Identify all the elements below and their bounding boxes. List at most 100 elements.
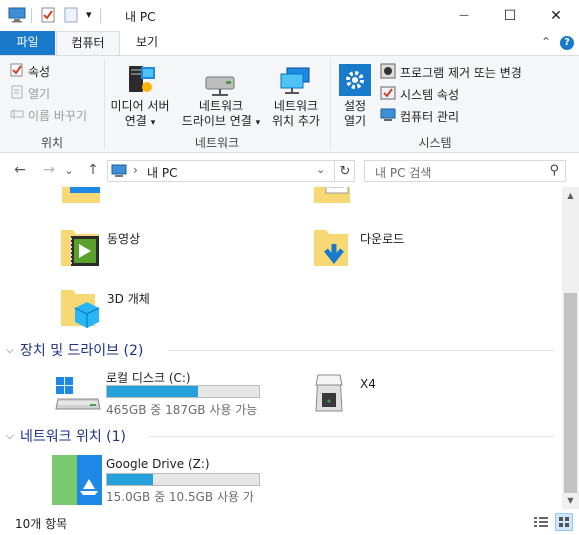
system-properties-label: 시스템 속성 [400, 87, 460, 102]
qat-separator [100, 8, 101, 23]
location-name: Google Drive (Z:) [106, 457, 210, 471]
large-icons-view-icon[interactable] [555, 513, 573, 531]
section-divider [168, 350, 554, 351]
folder-name: 다운로드 [360, 232, 405, 246]
open-settings-button[interactable]: 설정 열기 [334, 60, 376, 132]
ribbon-tabs: 파일 컴퓨터 보기 ⌃ ? [0, 31, 579, 56]
open-icon [10, 85, 24, 102]
help-icon[interactable]: ? [560, 36, 574, 50]
system-properties-icon [380, 85, 396, 104]
qat-properties-icon[interactable] [40, 7, 56, 26]
media-server-dropdown-icon: ▾ [150, 118, 156, 128]
open-button[interactable]: 열기 [10, 83, 50, 103]
chevron-down-icon: ⌵ [6, 430, 14, 442]
system-properties-button[interactable]: 시스템 속성 [380, 84, 459, 104]
folder-3d-objects-icon [59, 286, 103, 331]
up-button[interactable]: ↑ [84, 161, 102, 179]
ribbon-collapse-icon[interactable]: ⌃ [541, 35, 551, 49]
add-location-label-2: 위치 추가 [272, 114, 320, 128]
uninstall-label: 프로그램 제거 또는 변경 [400, 65, 522, 80]
folder-documents-icon[interactable] [312, 187, 356, 210]
location-free-space: 15.0GB 중 10.5GB 사용 가 [106, 490, 254, 504]
drive-name: 로컬 디스크 (C:) [106, 371, 191, 385]
properties-label: 속성 [28, 64, 51, 79]
properties-icon [10, 63, 24, 80]
open-label: 열기 [28, 86, 51, 101]
section-title: 네트워크 위치 (1) [20, 429, 127, 445]
computer-management-button[interactable]: 컴퓨터 관리 [380, 106, 459, 126]
folder-downloads-icon [312, 226, 356, 271]
media-server-button[interactable]: 미디어 서버 연결 ▾ [107, 60, 173, 132]
tab-view[interactable]: 보기 [126, 31, 168, 55]
location-usage-fill [107, 474, 153, 485]
map-drive-label-1: 네트워크 [198, 99, 244, 113]
properties-button[interactable]: 속성 [10, 61, 50, 81]
scroll-up-button[interactable]: ▲ [562, 187, 579, 204]
details-view-icon[interactable] [533, 515, 549, 532]
search-input[interactable]: 내 PC 검색 ⚲ [364, 160, 566, 182]
computer-icon [8, 7, 26, 26]
title-bar: ▾ 내 PC — ☐ ✕ [0, 0, 579, 31]
window-title: 내 PC [125, 10, 156, 24]
navigation-bar: ← → ⌄ ↑ › 내 PC ⌄ ↻ 내 PC 검색 ⚲ [0, 155, 579, 187]
drive-item-c[interactable]: 로컬 디스크 (C:) 465GB 중 187GB 사용 가능 [52, 367, 282, 417]
map-network-drive-button[interactable]: 네트워크 드라이브 연결 ▾ [176, 60, 266, 132]
computer-management-label: 컴퓨터 관리 [400, 109, 460, 124]
scroll-down-button[interactable]: ▼ [562, 492, 579, 509]
add-network-location-button[interactable]: 네트워크 위치 추가 [266, 60, 326, 132]
tab-computer[interactable]: 컴퓨터 [56, 31, 120, 56]
breadcrumb-separator: › [133, 163, 138, 177]
add-network-location-icon [279, 66, 313, 99]
qat-new-folder-icon[interactable] [63, 7, 79, 26]
maximize-button[interactable]: ☐ [487, 0, 533, 31]
search-icon: ⚲ [549, 163, 559, 178]
qat-separator [31, 8, 32, 23]
map-drive-dropdown-icon: ▾ [255, 118, 261, 128]
tab-file[interactable]: 파일 [0, 31, 55, 55]
group-label-location: 위치 [40, 136, 64, 150]
vertical-scrollbar[interactable]: ▲ ▼ [562, 187, 579, 509]
chevron-down-icon: ⌵ [6, 344, 14, 356]
settings-label-1: 설정 [343, 99, 367, 113]
section-divider [148, 436, 554, 437]
address-dropdown-icon[interactable]: ⌄ [316, 163, 325, 176]
uninstall-program-button[interactable]: 프로그램 제거 또는 변경 [380, 62, 522, 82]
network-location-google-drive[interactable]: Google Drive (Z:) 15.0GB 중 10.5GB 사용 가 [52, 455, 282, 505]
address-bar[interactable]: › 내 PC ⌄ [107, 160, 355, 182]
group-label-network: 네트워크 [194, 136, 240, 150]
section-network-locations[interactable]: ⌵ 네트워크 위치 (1) [6, 426, 126, 446]
rename-button[interactable]: 이름 바꾸기 [10, 105, 87, 125]
rename-label: 이름 바꾸기 [28, 108, 88, 123]
folder-item[interactable]: 다운로드 [310, 222, 550, 272]
qat-dropdown-icon[interactable]: ▾ [86, 8, 92, 21]
external-drive-icon [312, 371, 346, 418]
back-button[interactable]: ← [11, 161, 29, 179]
address-computer-icon [111, 164, 127, 181]
folder-item[interactable]: 3D 개체 [55, 282, 275, 332]
media-server-icon [125, 63, 157, 98]
folder-desktop-icon[interactable] [60, 187, 104, 208]
drive-item-x4[interactable]: X4 [310, 367, 510, 417]
location-usage-bar [106, 473, 260, 486]
folder-videos-icon [59, 226, 103, 271]
group-label-system: 시스템 [418, 136, 452, 150]
scroll-thumb[interactable] [564, 293, 577, 493]
forward-button[interactable]: → [40, 161, 58, 179]
recent-locations-button[interactable]: ⌄ [63, 161, 75, 179]
minimize-button[interactable]: — [441, 0, 487, 31]
refresh-button[interactable]: ↻ [334, 160, 355, 182]
rename-icon [10, 107, 24, 124]
folder-item[interactable]: 동영상 [55, 222, 275, 272]
media-server-label-2: 연결 ▾ [124, 114, 156, 128]
section-devices-and-drives[interactable]: ⌵ 장치 및 드라이브 (2) [6, 340, 143, 360]
breadcrumb-this-pc[interactable]: 내 PC [147, 164, 177, 181]
media-server-label-1: 미디어 서버 [110, 99, 170, 113]
item-count: 10개 항목 [15, 517, 68, 531]
close-button[interactable]: ✕ [533, 0, 579, 31]
ribbon: 속성 열기 이름 바꾸기 위치 미디어 서버 연결 ▾ 네트워크 드라이브 연결… [0, 55, 579, 153]
content-pane: 동영상 다운로드 3D 개체 ⌵ 장치 및 드라이브 (2) 로컬 디스크 (C… [0, 187, 562, 509]
settings-label-2: 열기 [343, 114, 367, 128]
drive-name: X4 [360, 377, 376, 391]
drive-usage-bar [106, 385, 260, 398]
drive-free-space: 465GB 중 187GB 사용 가능 [106, 403, 258, 417]
